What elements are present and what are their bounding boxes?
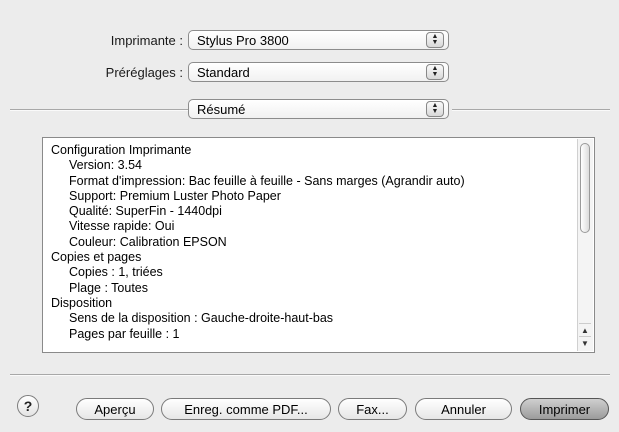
presets-popup[interactable]: Standard ▲ ▼ (188, 62, 449, 82)
summary-detail-line: Couleur: Calibration EPSON (69, 234, 227, 249)
scroll-up-arrow-icon[interactable]: ▲ (579, 323, 591, 337)
summary-lines: Configuration Imprimante Version: 3.54 For… (51, 143, 572, 342)
summary-section-heading: Copies et pages (51, 250, 142, 265)
summary-detail-line: Copies : 1, triées (69, 265, 163, 280)
up-down-arrows-icon: ▲ ▼ (426, 64, 444, 80)
summary-detail-line: Support: Premium Luster Photo Paper (69, 188, 281, 203)
printer-popup[interactable]: Stylus Pro 3800 ▲ ▼ (188, 30, 449, 50)
fax-button[interactable]: Fax... (338, 398, 407, 420)
separator-left (10, 109, 188, 111)
summary-section-heading: Disposition (51, 295, 113, 310)
panel-row: Résumé ▲ ▼ (188, 99, 449, 119)
summary-section-heading: Configuration Imprimante (51, 143, 192, 157)
preview-button[interactable]: Aperçu (76, 398, 154, 420)
save-as-pdf-button[interactable]: Enreg. comme PDF... (161, 398, 331, 420)
summary-detail-line: Sens de la disposition : Gauche-droite-h… (69, 311, 334, 326)
presets-label: Préréglages : (105, 64, 183, 80)
panel-popup[interactable]: Résumé ▲ ▼ (188, 99, 449, 119)
print-button[interactable]: Imprimer (520, 398, 609, 420)
separator-right (452, 109, 610, 111)
presets-row: Préréglages : Standard ▲ ▼ (60, 62, 449, 82)
vertical-scrollbar[interactable]: ▲ ▼ (577, 139, 593, 351)
summary-detail-line: Format d'impression: Bac feuille à feuil… (69, 173, 465, 188)
summary-textarea[interactable]: Configuration Imprimante Version: 3.54 For… (42, 137, 595, 353)
summary-detail-line: Vitesse rapide: Oui (69, 219, 175, 234)
help-glyph: ? (23, 398, 33, 414)
help-icon[interactable]: ? (17, 395, 39, 417)
panel-value: Résumé (197, 101, 246, 117)
scroll-down-arrow-icon[interactable]: ▼ (579, 336, 591, 350)
summary-detail-line: Pages par feuille : 1 (69, 326, 180, 341)
summary-detail-line: Plage : Toutes (69, 280, 148, 295)
cancel-button[interactable]: Annuler (415, 398, 512, 420)
bottom-separator (10, 374, 610, 376)
printer-row: Imprimante : Stylus Pro 3800 ▲ ▼ (60, 30, 449, 50)
up-down-arrows-icon: ▲ ▼ (426, 101, 444, 117)
up-down-arrows-icon: ▲ ▼ (426, 32, 444, 48)
summary-detail-line: Version: 3.54 (69, 158, 142, 173)
summary-detail-line: Qualité: SuperFin - 1440dpi (69, 204, 222, 219)
scrollbar-thumb[interactable] (580, 143, 590, 233)
printer-label: Imprimante : (110, 32, 183, 48)
presets-value: Standard (197, 64, 250, 80)
printer-value: Stylus Pro 3800 (197, 32, 289, 48)
